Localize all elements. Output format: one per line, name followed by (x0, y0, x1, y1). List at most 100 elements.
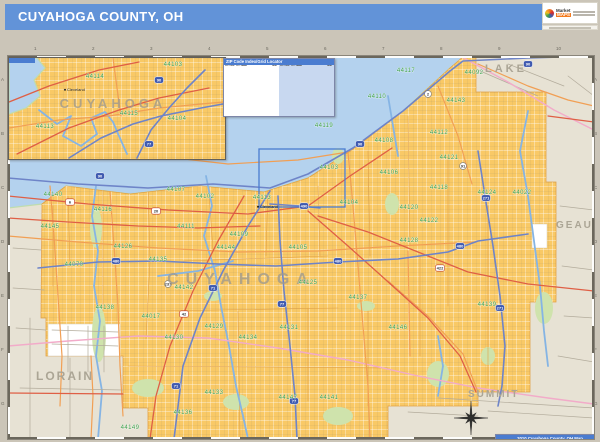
interstate-shield-icon: 90 (96, 173, 105, 179)
compass-rose-icon (452, 399, 490, 437)
zip-index-row: 44122BEACHWOODE3 (225, 114, 278, 116)
zip-index-left-column: ZIP CODECITY NAMEGRID44017BEREAC444022CH… (224, 65, 279, 117)
svg-text:77: 77 (280, 301, 285, 306)
zip-code-label: 44142 (175, 285, 194, 291)
zip-code-label: 44118 (430, 185, 449, 191)
park-area (535, 292, 553, 324)
park-area (357, 301, 375, 311)
svg-text:480: 480 (457, 243, 464, 248)
zip-code-label: 44105 (289, 245, 308, 251)
zip-code-label: 44144 (217, 245, 236, 251)
zip-code-label: 44147 (279, 395, 298, 401)
zip-code-label: 44126 (114, 244, 133, 250)
zip-code-label: 44149 (121, 425, 140, 431)
legend-title: 2010 Cuyahoga County, OH Map (496, 435, 595, 440)
park-area (132, 379, 164, 397)
zip-code-label: 44124 (478, 190, 497, 196)
county-watermark: CUYAHOGA (60, 96, 167, 111)
zip-code-label: 44117 (397, 68, 416, 74)
zip-code-label: 44133 (205, 390, 224, 396)
zip-code-label: 44135 (149, 257, 168, 263)
svg-text:422: 422 (437, 265, 444, 270)
zip-code-label: 44138 (96, 305, 115, 311)
zip-code-index: ZIP Code Index/Grid Locator ZIP CODECITY… (223, 58, 335, 117)
zip-code-label: 44129 (205, 324, 224, 330)
zip-code-label: 44145 (41, 224, 60, 230)
zip-code-label: 44104 (340, 200, 359, 206)
marketmaps-logo: Market MAPS (542, 2, 598, 24)
county-map: 9090907171777748048048027127149062042422… (7, 55, 595, 440)
zip-code-label: 44111 (177, 224, 195, 230)
zip-code-label: 44125 (299, 280, 318, 286)
city-label: Cleveland (67, 87, 85, 92)
svg-text:480: 480 (335, 258, 342, 263)
svg-text:20: 20 (154, 208, 159, 213)
zip-code-label: 44114 (86, 74, 105, 80)
us-highway-shield-icon: 20 (152, 208, 161, 214)
inset-tag (9, 58, 35, 63)
zip-code-label: 44104 (168, 116, 187, 122)
zip-code-label: 44143 (447, 98, 466, 104)
park-area (223, 394, 249, 410)
zip-code-label: 44140 (44, 192, 63, 198)
svg-text:490: 490 (301, 203, 308, 208)
zip-code-label: 44130 (165, 335, 184, 341)
map-product-page: CUYAHOGA COUNTY, OH Market MAPS 12345678… (0, 0, 600, 442)
zip-index-row: 44149STRONGSVILLEB5 (280, 114, 333, 116)
interstate-shield-icon: 90 (155, 77, 164, 83)
zip-code-label: 44113 (36, 124, 55, 130)
svg-text:271: 271 (483, 195, 490, 200)
us-highway-shield-icon: 422 (436, 265, 445, 271)
zip-code-label: 44121 (440, 155, 459, 161)
svg-text:480: 480 (113, 258, 120, 263)
zip-code-label: 44139 (478, 302, 497, 308)
zip-code-label: 44137 (349, 295, 368, 301)
interstate-shield-icon: 490 (300, 203, 309, 209)
zip-code-label: 44092 (465, 70, 484, 76)
svg-text:77: 77 (147, 141, 152, 146)
svg-text:91: 91 (461, 163, 466, 168)
zip-code-label: 44115 (120, 111, 139, 117)
interstate-shield-icon: 90 (356, 141, 365, 147)
zip-code-label: 44113 (253, 195, 272, 201)
city-label: Cleveland (260, 204, 278, 209)
us-highway-shield-icon: 6 (66, 199, 75, 205)
zip-code-label: 44102 (196, 194, 215, 200)
zip-code-label: 44120 (400, 205, 419, 211)
interstate-shield-icon: 77 (145, 141, 154, 147)
zip-code-label: 44116 (94, 207, 113, 213)
svg-text:42: 42 (182, 311, 187, 316)
zip-code-label: 44022 (513, 190, 532, 196)
neighbor-county-label: LORAIN (36, 369, 94, 383)
zip-code-label: 44131 (280, 325, 299, 331)
svg-text:90: 90 (98, 173, 103, 178)
interstate-shield-icon: 480 (456, 243, 465, 249)
zip-code-label: 44110 (368, 94, 387, 100)
neatline-right (592, 56, 594, 439)
downtown-inset-map: 90 77 CUYAHOGA 44113 44115 44103 44104 44114 Cle… (8, 57, 226, 160)
logo-tagline (542, 25, 598, 30)
zip-code-label: 44141 (320, 395, 339, 401)
zip-code-label: 44017 (142, 314, 161, 320)
interstate-shield-icon: 480 (334, 258, 343, 264)
inset-canvas: 90 77 CUYAHOGA 44113 44115 44103 44104 44114 Cle… (9, 58, 225, 159)
zip-index-right-column: ZIP CODECITY NAMEGRID44123EUCLIDF144124C… (279, 65, 334, 117)
state-route-shield-icon: 91 (460, 163, 467, 170)
svg-text:90: 90 (358, 141, 363, 146)
zip-code-label: 44070 (65, 262, 84, 268)
neighbor-county-label: GEAUGA (556, 220, 594, 231)
zip-code-label: 44106 (380, 170, 399, 176)
zip-code-label: 44128 (400, 238, 419, 244)
interstate-shield-icon: 71 (172, 383, 181, 389)
park-area (385, 193, 399, 215)
zip-code-label: 44112 (430, 130, 449, 136)
zip-code-label: 44107 (167, 187, 186, 193)
zip-code-label: 44108 (375, 138, 394, 144)
park-area (323, 407, 353, 425)
logo-side-text (573, 11, 595, 16)
svg-text:271: 271 (497, 305, 504, 310)
zip-code-label: 44103 (164, 62, 183, 68)
logo-word-maps: MAPS (556, 13, 571, 17)
map-legend: 2010 Cuyahoga County, OH Map CountyState… (495, 434, 595, 440)
zip-code-label: 44119 (315, 123, 334, 129)
